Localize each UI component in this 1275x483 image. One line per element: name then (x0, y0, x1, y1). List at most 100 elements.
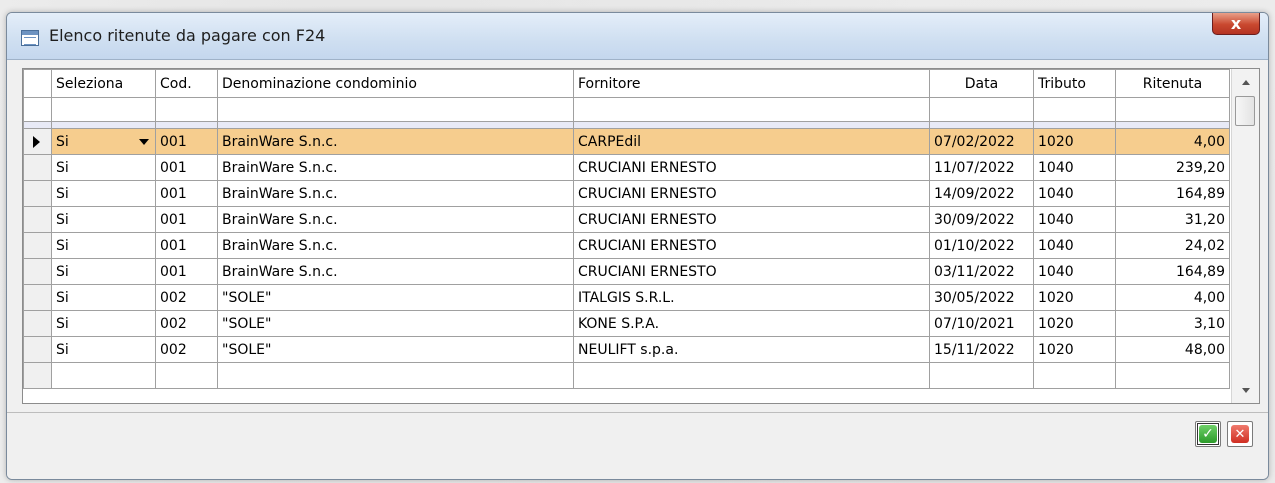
filter-cell-seleziona[interactable] (51, 97, 156, 122)
confirm-button[interactable]: ✓ (1195, 421, 1221, 447)
cell-seleziona[interactable]: Si (51, 310, 156, 337)
cell-fornitore: CRUCIANI ERNESTO (573, 180, 930, 207)
cancel-button[interactable]: ✕ (1227, 421, 1253, 447)
cell-data: 11/07/2022 (929, 154, 1034, 181)
table-row[interactable]: Si 001 BrainWare S.n.c. CRUCIANI ERNESTO 30/… (23, 206, 1230, 233)
cell-seleziona[interactable]: Si (51, 154, 156, 181)
column-header-fornitore[interactable]: Fornitore (573, 69, 930, 98)
column-header-tributo[interactable]: Tributo (1033, 69, 1116, 98)
close-button[interactable]: x (1212, 13, 1260, 35)
footer-divider (7, 412, 1268, 413)
cell-data: 15/11/2022 (929, 336, 1034, 363)
cell-condominio: "SOLE" (217, 336, 574, 363)
column-header-condominio[interactable]: Denominazione condominio (217, 69, 574, 98)
cell-seleziona[interactable]: Si (51, 232, 156, 259)
window-icon (21, 30, 39, 46)
current-row-arrow-icon (33, 135, 40, 148)
close-icon: x (1230, 14, 1242, 33)
cell-data: 30/05/2022 (929, 284, 1034, 311)
new-row[interactable] (23, 362, 1230, 389)
cell-cod: 002 (155, 336, 218, 363)
row-indicator[interactable] (23, 180, 52, 207)
scroll-thumb[interactable] (1235, 96, 1255, 126)
cell-data: 03/11/2022 (929, 258, 1034, 285)
cell-ritenuta: 239,20 (1115, 154, 1230, 181)
table-row[interactable]: Si 001 BrainWare S.n.c. CRUCIANI ERNESTO 03/… (23, 258, 1230, 285)
cell-ritenuta: 48,00 (1115, 336, 1230, 363)
new-row-indicator[interactable] (23, 362, 52, 389)
table-row[interactable]: Si 002 "SOLE" KONE S.P.A. 07/10/2021 1020 3,10 (23, 310, 1230, 337)
withholdings-grid[interactable]: Seleziona Cod. Denominazione condominio … (22, 68, 1260, 404)
cell-seleziona[interactable]: Si (51, 180, 156, 207)
cell-ritenuta: 31,20 (1115, 206, 1230, 233)
row-indicator[interactable] (23, 128, 52, 155)
table-row[interactable]: Si 002 "SOLE" ITALGIS S.R.L. 30/05/2022 1020 4… (23, 284, 1230, 311)
cell-tributo: 1040 (1033, 258, 1116, 285)
new-row-cell[interactable] (929, 362, 1034, 389)
row-indicator[interactable] (23, 154, 52, 181)
new-row-cell[interactable] (155, 362, 218, 389)
new-row-cell[interactable] (217, 362, 574, 389)
table-row[interactable]: Si 001 BrainWare S.n.c. CARPEdil 07/02/2022 1… (23, 128, 1230, 155)
cell-tributo: 1040 (1033, 154, 1116, 181)
row-indicator[interactable] (23, 284, 52, 311)
withholdings-table: Seleziona Cod. Denominazione condominio … (23, 69, 1230, 389)
row-indicator[interactable] (23, 336, 52, 363)
filter-cell-fornitore[interactable] (573, 97, 930, 122)
cell-data: 14/09/2022 (929, 180, 1034, 207)
filter-cell-ritenuta[interactable] (1115, 97, 1230, 122)
new-row-cell[interactable] (51, 362, 156, 389)
cell-seleziona[interactable]: Si (51, 258, 156, 285)
table-row[interactable]: Si 001 BrainWare S.n.c. CRUCIANI ERNESTO 01/… (23, 232, 1230, 259)
cell-seleziona[interactable]: Si (51, 336, 156, 363)
row-indicator[interactable] (23, 232, 52, 259)
new-row-cell[interactable] (573, 362, 930, 389)
filter-cell-cod[interactable] (155, 97, 218, 122)
cell-seleziona[interactable]: Si (51, 206, 156, 233)
table-row[interactable]: Si 001 BrainWare S.n.c. CRUCIANI ERNESTO 11/… (23, 154, 1230, 181)
cell-seleziona[interactable]: Si (51, 128, 156, 155)
cell-tributo: 1020 (1033, 128, 1116, 155)
cell-condominio: BrainWare S.n.c. (217, 128, 574, 155)
new-row-cell[interactable] (1115, 362, 1230, 389)
filter-row-indicator (23, 97, 52, 122)
cell-fornitore: CRUCIANI ERNESTO (573, 154, 930, 181)
cell-cod: 001 (155, 258, 218, 285)
column-header-seleziona[interactable]: Seleziona (51, 69, 156, 98)
cell-ritenuta: 3,10 (1115, 310, 1230, 337)
table-row[interactable]: Si 001 BrainWare S.n.c. CRUCIANI ERNESTO 14/… (23, 180, 1230, 207)
chevron-down-icon[interactable] (139, 139, 149, 145)
column-header-data[interactable]: Data (929, 69, 1034, 98)
cell-data: 07/02/2022 (929, 128, 1034, 155)
filter-cell-tributo[interactable] (1033, 97, 1116, 122)
cell-fornitore: KONE S.P.A. (573, 310, 930, 337)
vertical-scrollbar[interactable] (1231, 69, 1259, 403)
x-icon: ✕ (1231, 425, 1249, 443)
filter-separator (23, 121, 1230, 129)
cell-condominio: BrainWare S.n.c. (217, 180, 574, 207)
new-row-cell[interactable] (1033, 362, 1116, 389)
cell-cod: 001 (155, 128, 218, 155)
cell-fornitore: CARPEdil (573, 128, 930, 155)
cell-cod: 001 (155, 232, 218, 259)
column-header-cod[interactable]: Cod. (155, 69, 218, 98)
row-indicator[interactable] (23, 310, 52, 337)
cell-data: 07/10/2021 (929, 310, 1034, 337)
scroll-up-button[interactable] (1232, 69, 1259, 95)
cell-cod: 001 (155, 180, 218, 207)
cell-cod: 002 (155, 284, 218, 311)
table-row[interactable]: Si 002 "SOLE" NEULIFT s.p.a. 15/11/2022 1020 4… (23, 336, 1230, 363)
cell-condominio: "SOLE" (217, 310, 574, 337)
cell-seleziona[interactable]: Si (51, 284, 156, 311)
cell-ritenuta: 24,02 (1115, 232, 1230, 259)
cell-condominio: "SOLE" (217, 284, 574, 311)
title-bar[interactable]: Elenco ritenute da pagare con F24 x (7, 13, 1268, 60)
filter-cell-data[interactable] (929, 97, 1034, 122)
row-indicator[interactable] (23, 206, 52, 233)
column-header-ritenuta[interactable]: Ritenuta (1115, 69, 1230, 98)
scroll-down-button[interactable] (1232, 377, 1259, 403)
filter-cell-condominio[interactable] (217, 97, 574, 122)
row-indicator[interactable] (23, 258, 52, 285)
scroll-down-icon (1241, 387, 1250, 393)
cell-tributo: 1020 (1033, 336, 1116, 363)
